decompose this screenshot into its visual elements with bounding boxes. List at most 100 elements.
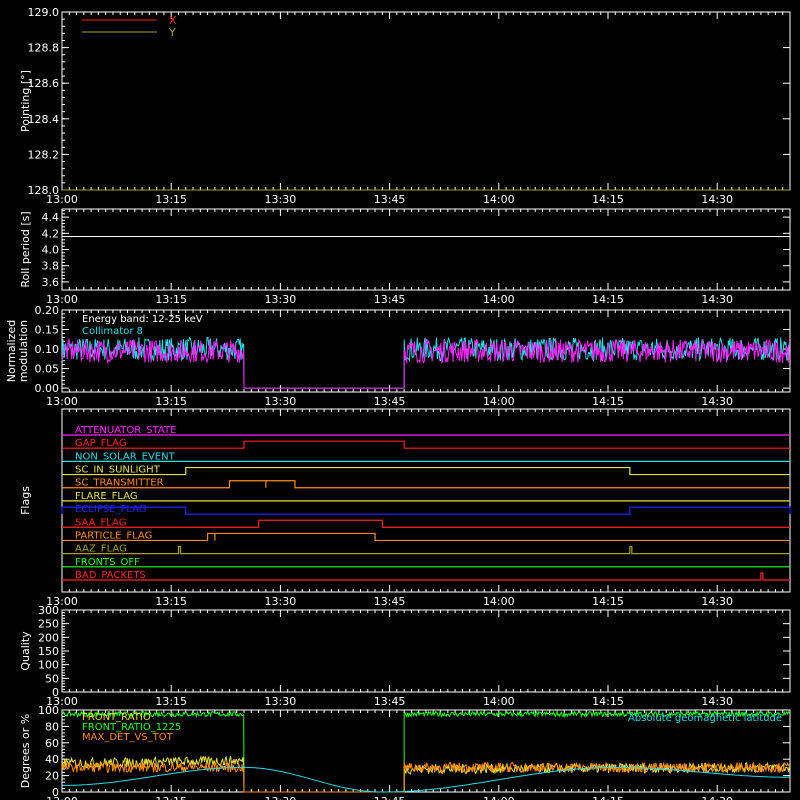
y-tick-label: 3.6 [42, 276, 60, 289]
x-tick-label: 13:15 [155, 695, 187, 708]
ratios-legend: FRONT_RATIOFRONT_RATIO_1225MAX_DET_VS_TO… [82, 712, 181, 743]
flag-label: BAD_PACKETS [75, 570, 146, 581]
x-tick-label: 13:30 [265, 193, 297, 206]
pointing-panel-y-axis: 128.0 128.2 128.4 128.6 128.8 129.0 [28, 6, 790, 197]
x-tick-label: 14:30 [701, 193, 733, 206]
x-tick-label: 14:00 [483, 695, 515, 708]
y-tick-label: 40 [45, 753, 59, 766]
y-tick-label: 200 [38, 631, 59, 644]
y-tick-label: 0 [52, 686, 59, 699]
x-tick-label: 14:00 [483, 395, 515, 408]
pointing-panel-time-axis: 13:00 13:15 13:30 13:45 14:00 14:15 14:30 [46, 12, 791, 206]
y-tick-label: 4.2 [42, 227, 60, 240]
x-tick-label: 14:30 [701, 395, 733, 408]
x-tick-label: 13:15 [155, 595, 187, 608]
y-tick-label: 60 [45, 737, 59, 750]
pointing-legend: XY [82, 14, 177, 39]
x-tick-label: 13:15 [155, 795, 187, 800]
y-tick-label: 128.0 [28, 184, 60, 197]
flag-aaz_flag: AAZ_FLAG [62, 544, 790, 555]
y-tick-label: 0 [52, 786, 59, 799]
flag-non_solar_event: NON_SOLAR_EVENT [62, 451, 790, 462]
flag-label: SAA_FLAG [75, 517, 126, 528]
flag-label: SC_IN_SUNLIGHT [75, 465, 161, 476]
flag-trace [62, 572, 790, 581]
flag-label: FRONTS_OFF [75, 557, 140, 568]
y-tick-label: 20 [45, 770, 59, 783]
x-tick-label: 14:00 [483, 293, 515, 306]
x-tick-label: 13:15 [155, 293, 187, 306]
y-axis-label: Roll period [s] [19, 211, 32, 287]
flag-label: GAP_FLAG [75, 438, 127, 449]
x-tick-label: 13:15 [155, 395, 187, 408]
x-tick-label: 13:00 [46, 795, 78, 800]
y-tick-label: 0.10 [35, 343, 60, 356]
x-tick-label: 13:30 [265, 695, 297, 708]
y-tick-label: 4.4 [42, 211, 60, 224]
x-tick-label: 13:30 [265, 795, 297, 800]
legend-label: Energy band: 12-25 keV [82, 314, 203, 325]
x-tick-label: 13:45 [374, 795, 406, 800]
x-tick-label: 14:15 [592, 395, 624, 408]
x-tick-label: 14:15 [592, 795, 624, 800]
legend-label: Collimator 8 [82, 326, 143, 337]
x-tick-label: 13:45 [374, 293, 406, 306]
flag-particle_flag: PARTICLE_FLAG [62, 530, 790, 541]
y-tick-label: 80 [45, 720, 59, 733]
flag-trace [62, 480, 790, 489]
y-axis-label: Quality [19, 631, 32, 671]
x-tick-label: 14:15 [592, 595, 624, 608]
x-tick-label: 13:00 [46, 395, 78, 408]
x-tick-label: 14:15 [592, 193, 624, 206]
x-tick-label: 14:00 [483, 795, 515, 800]
x-tick-label: 13:30 [265, 293, 297, 306]
legend-label: Y [168, 26, 176, 39]
x-tick-label: 13:45 [374, 595, 406, 608]
flag-bad_packets: BAD_PACKETS [62, 570, 790, 581]
flag-trace [62, 546, 790, 555]
flag-attenuator_state: ATTENUATOR_STATE [62, 425, 790, 436]
x-tick-label: 14:15 [592, 293, 624, 306]
y-tick-label: 50 [45, 672, 59, 685]
flag-label: AAZ_FLAG [75, 544, 127, 555]
x-tick-label: 14:30 [701, 695, 733, 708]
y-tick-label: 150 [38, 645, 59, 658]
flag-eclipse_flag: ECLIPSE_FLAG [61, 504, 791, 515]
y-tick-label: 128.2 [28, 148, 60, 161]
y-tick-label: 100 [38, 659, 59, 672]
x-tick-label: 14:15 [592, 695, 624, 708]
flag-saa_flag: SAA_FLAG [62, 517, 790, 528]
flag-sc_in_sunlight: SC_IN_SUNLIGHT [62, 465, 790, 476]
y-axis-label: Flags [19, 486, 32, 515]
x-tick-label: 13:30 [265, 595, 297, 608]
y-axis-label: Degrees or % [19, 714, 32, 788]
roll-panel-time-axis: 13:00 13:15 13:30 13:45 14:00 14:15 14:30 [46, 209, 791, 306]
flag-label: NON_SOLAR_EVENT [75, 451, 176, 462]
y-tick-label: 128.6 [28, 77, 60, 90]
y-tick-label: 3.8 [42, 260, 60, 273]
modulation-legend: Energy band: 12-25 keVCollimator 8 [82, 314, 203, 337]
flag-trace [62, 532, 790, 542]
x-tick-label: 13:30 [265, 395, 297, 408]
y-tick-label: 0.15 [35, 324, 60, 337]
annotation-label: Absolute geomagnetic latitude [628, 713, 782, 724]
flag-label: SC_TRANSMITTER [75, 478, 164, 489]
flag-trace [62, 519, 790, 528]
flag-fronts_off: FRONTS_OFF [62, 557, 790, 568]
x-tick-label: 13:15 [155, 193, 187, 206]
flag-trace [62, 440, 790, 449]
y-tick-label: 128.8 [28, 42, 60, 55]
flag-label: FLARE_FLAG [75, 491, 138, 502]
y-tick-label: 300 [38, 604, 59, 617]
flag-sc_transmitter: SC_TRANSMITTER [62, 478, 790, 489]
x-tick-label: 13:45 [374, 395, 406, 408]
flag-flare_flag: FLARE_FLAG [62, 491, 790, 502]
y-axis-label-line2: modulation [17, 320, 30, 382]
flag-label: ATTENUATOR_STATE [75, 425, 176, 436]
flags-panel-time-axis: 13:00 13:15 13:30 13:45 14:00 14:15 14:30 [46, 409, 791, 608]
flag-trace [61, 506, 791, 515]
flag-gap_flag: GAP_FLAG [62, 438, 790, 449]
flag-label: PARTICLE_FLAG [75, 530, 152, 541]
quality-panel-time-axis: 13:00 13:15 13:30 13:45 14:00 14:15 14:30 [46, 610, 791, 708]
y-tick-label: 0.20 [35, 304, 60, 317]
